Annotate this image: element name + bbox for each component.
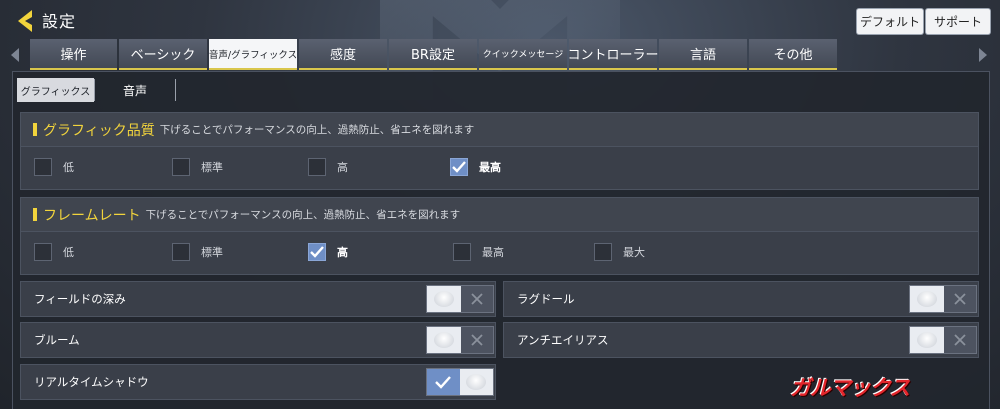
framerate-option-low[interactable]: 低 bbox=[34, 243, 74, 261]
option-label: 最大 bbox=[623, 246, 645, 259]
checkbox[interactable] bbox=[308, 158, 326, 176]
options-row: 低 標準 高 最高 bbox=[21, 147, 978, 189]
setting-row-anti-aliasing: アンチエイリアス bbox=[503, 322, 979, 358]
tab-quick-message[interactable]: クイックメッセージ bbox=[479, 39, 567, 70]
option-label: 低 bbox=[63, 161, 74, 174]
setting-row-depth-of-field: フィールドの深み bbox=[20, 281, 496, 317]
section-title: フレームレート bbox=[43, 207, 141, 224]
option-label: 高 bbox=[337, 161, 348, 174]
checkbox[interactable] bbox=[172, 243, 190, 261]
checkbox[interactable] bbox=[34, 243, 52, 261]
depth-of-field-toggle[interactable] bbox=[426, 285, 494, 313]
section-header: フレームレート 下げることでパフォーマンスの向上、過熱防止、省エネを図れます bbox=[21, 198, 978, 232]
section-header: グラフィック品質 下げることでパフォーマンスの向上、過熱防止、省エネを図れます bbox=[21, 113, 978, 147]
section-marker bbox=[33, 123, 37, 136]
default-button[interactable]: デフォルト bbox=[857, 9, 923, 34]
support-button[interactable]: サポート bbox=[926, 9, 990, 34]
toggle-off-side bbox=[460, 286, 493, 312]
quality-option-standard[interactable]: 標準 bbox=[172, 158, 223, 176]
framerate-option-high[interactable]: 高 bbox=[308, 243, 348, 261]
toggle-knob bbox=[916, 291, 937, 307]
toggle-knob bbox=[433, 291, 454, 307]
close-icon bbox=[954, 334, 966, 346]
option-label: 高 bbox=[337, 246, 348, 259]
setting-label: リアルタイムシャドウ bbox=[34, 375, 149, 389]
setting-label: ブルーム bbox=[34, 333, 80, 347]
subtab-bar: グラフィックス 音声 bbox=[17, 77, 176, 103]
checkmark-icon bbox=[310, 246, 324, 258]
checkbox[interactable] bbox=[594, 243, 612, 261]
setting-row-realtime-shadow: リアルタイムシャドウ bbox=[20, 364, 496, 400]
toggle-off-side bbox=[943, 327, 976, 353]
section-marker bbox=[33, 208, 37, 221]
page-title: 設定 bbox=[42, 12, 77, 31]
toggle-off-side bbox=[460, 327, 493, 353]
tab-audio-graphics[interactable]: 音声/グラフィックス bbox=[209, 39, 297, 70]
toggle-knob-side bbox=[427, 327, 461, 353]
option-label: 低 bbox=[63, 246, 74, 259]
toggle-on-side bbox=[427, 369, 460, 395]
tab-basic[interactable]: ベーシック bbox=[119, 39, 207, 70]
subtab-graphics[interactable]: グラフィックス bbox=[17, 78, 94, 102]
framerate-option-highest[interactable]: 最高 bbox=[453, 243, 504, 261]
tab-other[interactable]: その他 bbox=[749, 39, 837, 70]
close-icon bbox=[471, 293, 483, 305]
section-title: グラフィック品質 bbox=[43, 122, 155, 139]
tab-bar: 操作 ベーシック 音声/グラフィックス 感度 BR設定 クイックメッセージ コン… bbox=[30, 39, 837, 70]
option-label: 標準 bbox=[201, 161, 223, 174]
graphics-quality-section: グラフィック品質 下げることでパフォーマンスの向上、過熱防止、省エネを図れます … bbox=[20, 112, 979, 190]
close-icon bbox=[954, 293, 966, 305]
toggle-knob-side bbox=[459, 369, 493, 395]
toggle-knob bbox=[433, 332, 454, 348]
checkbox[interactable] bbox=[453, 243, 471, 261]
tab-scroll-left-icon[interactable] bbox=[8, 44, 22, 66]
quality-option-high[interactable]: 高 bbox=[308, 158, 348, 176]
bloom-toggle[interactable] bbox=[426, 326, 494, 354]
tab-controller[interactable]: コントローラー bbox=[568, 39, 659, 70]
quality-option-highest[interactable]: 最高 bbox=[450, 158, 501, 176]
back-arrow-icon bbox=[18, 10, 32, 32]
close-icon bbox=[471, 334, 483, 346]
option-label: 最高 bbox=[479, 161, 501, 174]
checkbox-checked[interactable] bbox=[450, 158, 468, 176]
section-description: 下げることでパフォーマンスの向上、過熱防止、省エネを図れます bbox=[159, 124, 475, 136]
checkbox[interactable] bbox=[34, 158, 52, 176]
toggle-knob-side bbox=[910, 286, 944, 312]
section-description: 下げることでパフォーマンスの向上、過熱防止、省エネを図れます bbox=[145, 209, 461, 221]
tab-scroll-right-icon[interactable] bbox=[976, 44, 990, 66]
toggle-knob bbox=[466, 374, 487, 390]
options-row: 低 標準 高 最高 最大 bbox=[21, 232, 978, 274]
setting-label: フィールドの深み bbox=[34, 292, 126, 306]
toggle-knob-side bbox=[427, 286, 461, 312]
watermark-logo: ガルマックス bbox=[790, 376, 910, 400]
framerate-option-standard[interactable]: 標準 bbox=[172, 243, 223, 261]
checkmark-icon bbox=[452, 161, 466, 173]
toggle-knob-side bbox=[910, 327, 944, 353]
quality-option-low[interactable]: 低 bbox=[34, 158, 74, 176]
framerate-option-max[interactable]: 最大 bbox=[594, 243, 645, 261]
option-label: 最高 bbox=[482, 246, 504, 259]
setting-row-bloom: ブルーム bbox=[20, 322, 496, 358]
subtab-sound[interactable]: 音声 bbox=[95, 78, 175, 102]
tab-sensitivity[interactable]: 感度 bbox=[299, 39, 387, 70]
subtab-divider bbox=[175, 79, 176, 101]
checkmark-icon bbox=[435, 376, 452, 389]
tab-br-settings[interactable]: BR設定 bbox=[389, 39, 477, 70]
setting-row-ragdoll: ラグドール bbox=[503, 281, 979, 317]
setting-label: アンチエイリアス bbox=[517, 333, 609, 347]
checkbox-checked[interactable] bbox=[308, 243, 326, 261]
frame-rate-section: フレームレート 下げることでパフォーマンスの向上、過熱防止、省エネを図れます 低… bbox=[20, 197, 979, 275]
ragdoll-toggle[interactable] bbox=[909, 285, 977, 313]
setting-label: ラグドール bbox=[517, 292, 575, 306]
realtime-shadow-toggle[interactable] bbox=[426, 368, 494, 396]
anti-aliasing-toggle[interactable] bbox=[909, 326, 977, 354]
checkbox[interactable] bbox=[172, 158, 190, 176]
back-button[interactable] bbox=[8, 6, 42, 36]
toggle-knob bbox=[916, 332, 937, 348]
option-label: 標準 bbox=[201, 246, 223, 259]
tab-language[interactable]: 言語 bbox=[659, 39, 747, 70]
toggle-off-side bbox=[943, 286, 976, 312]
tab-controls[interactable]: 操作 bbox=[30, 39, 117, 70]
